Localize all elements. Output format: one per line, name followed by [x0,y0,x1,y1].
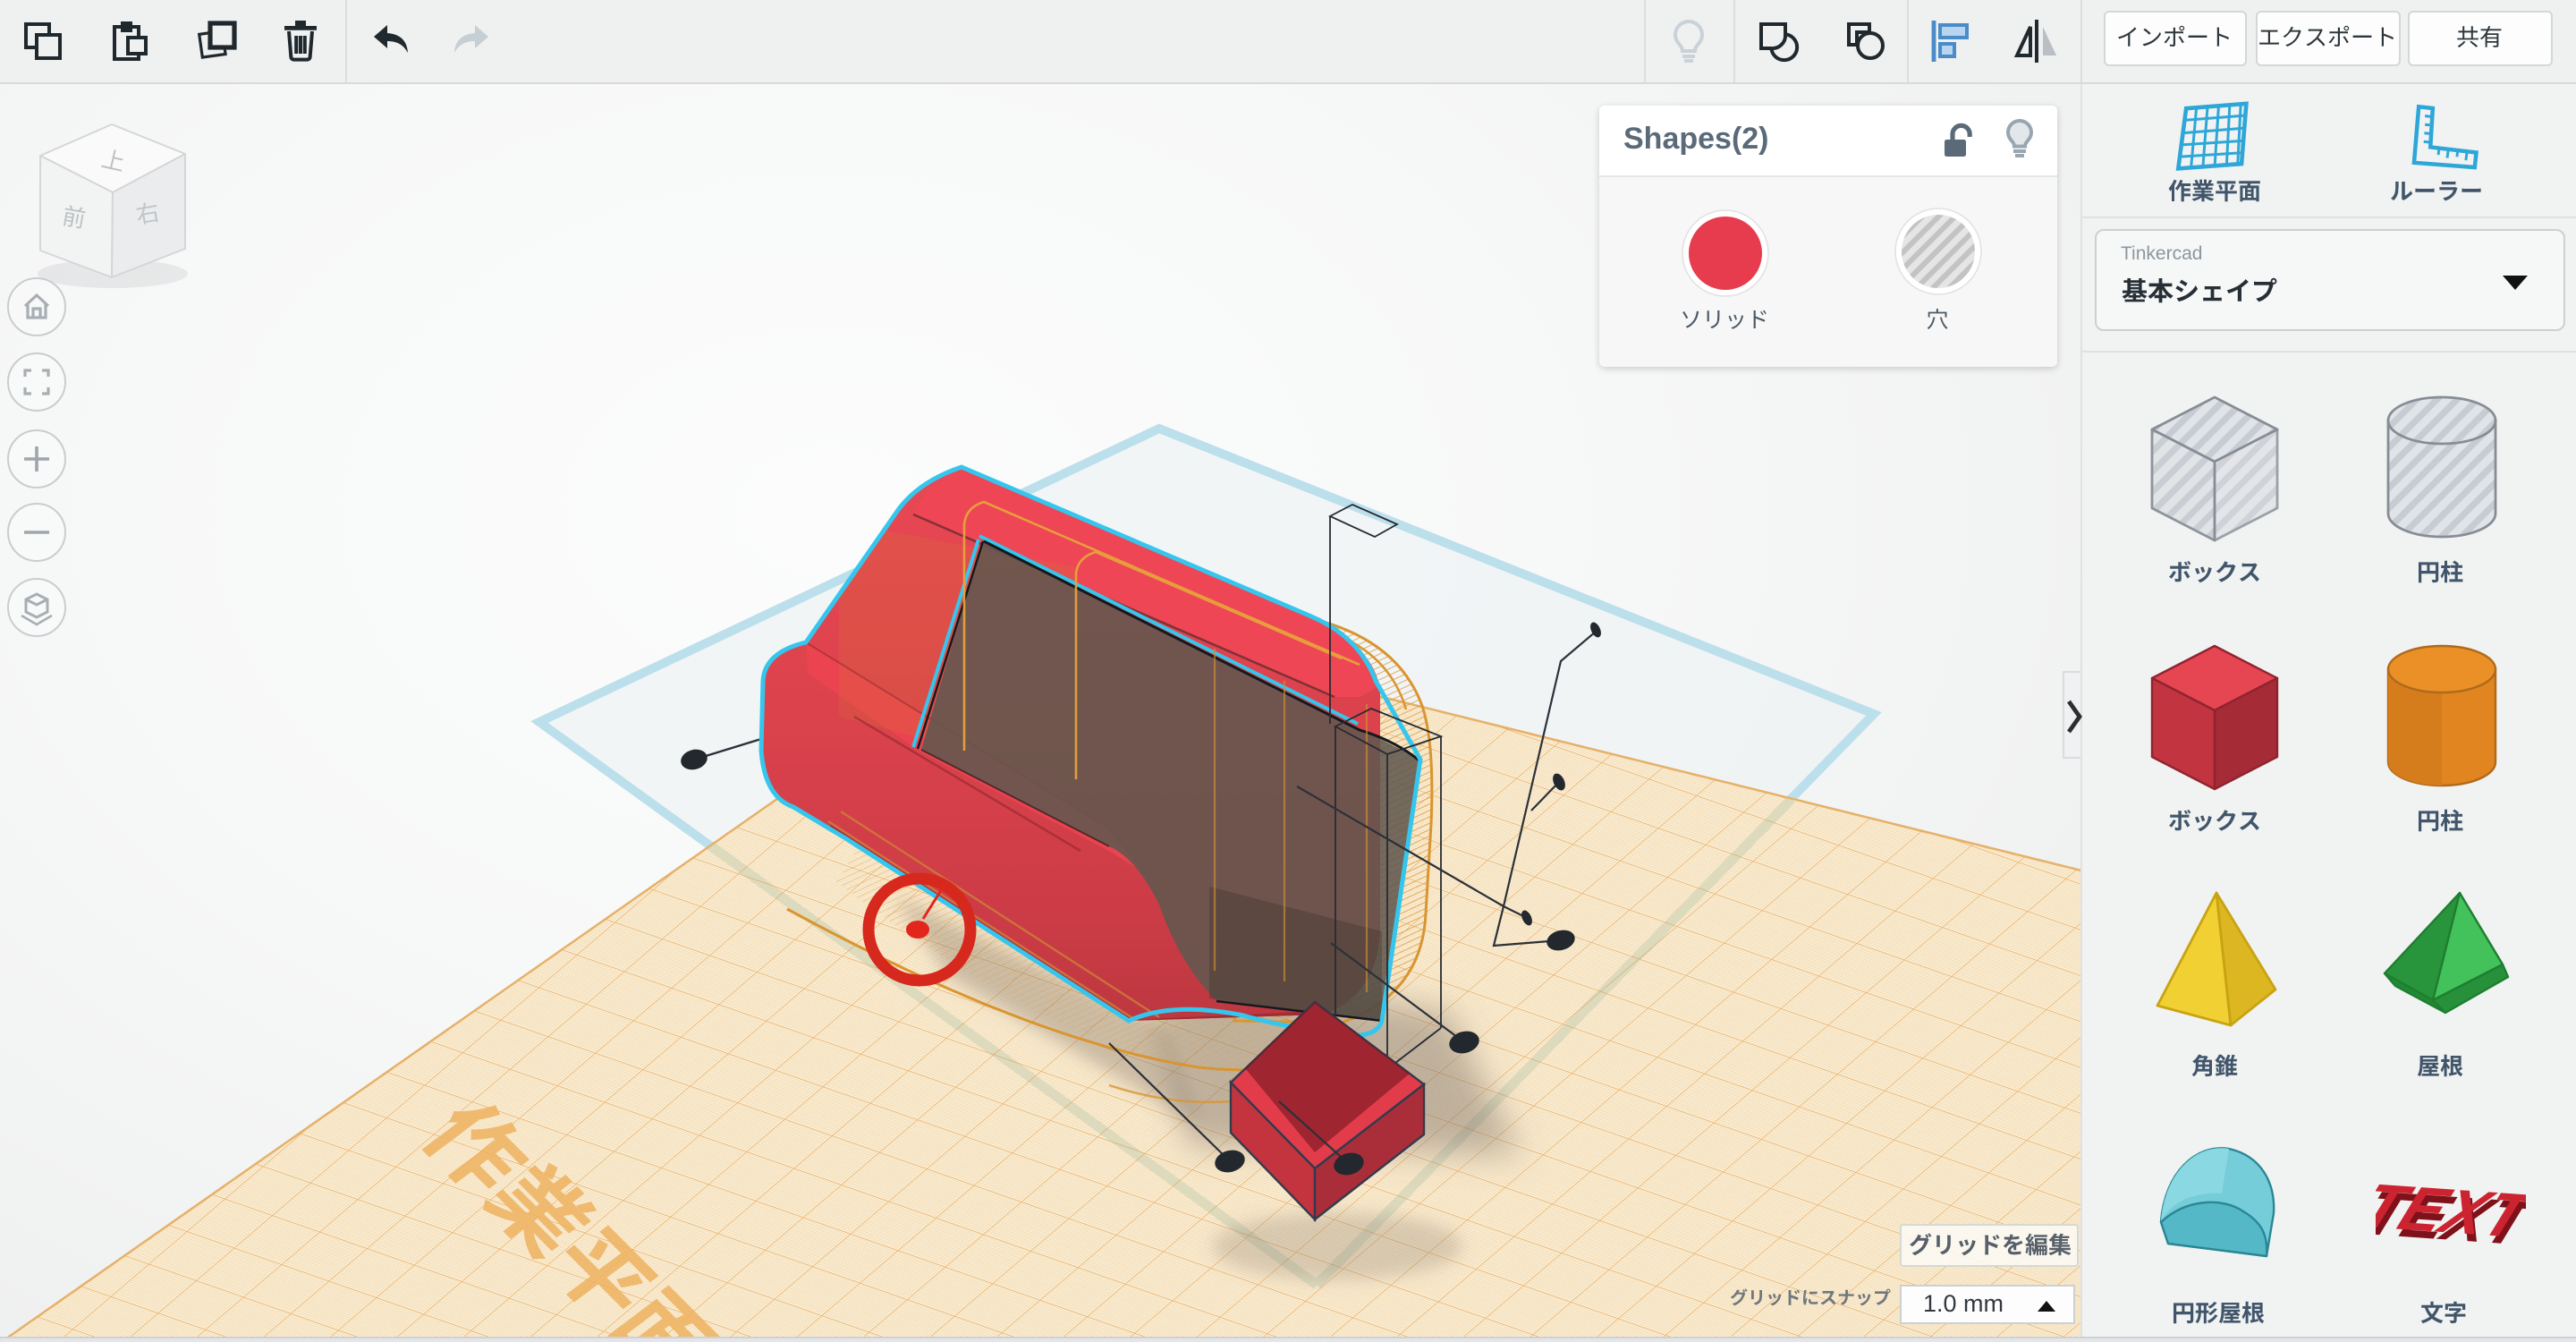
svg-text:TEXT: TEXT [2375,1171,2525,1251]
